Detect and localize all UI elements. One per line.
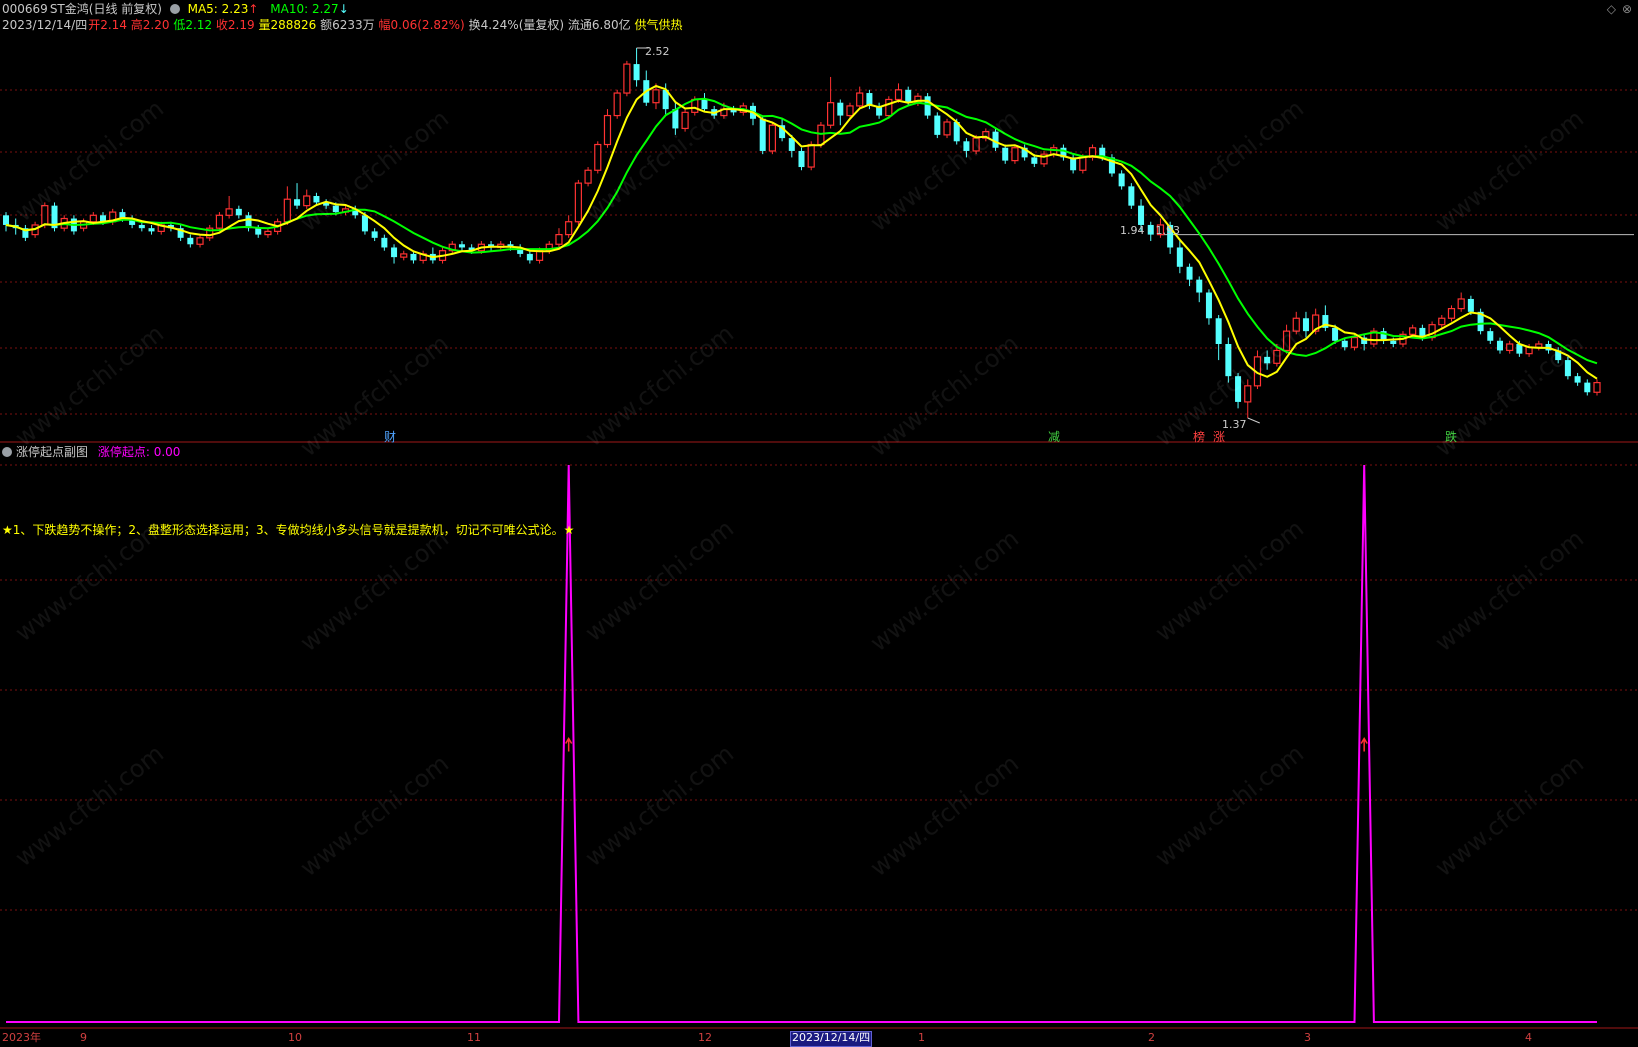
x-label-sep: 9 <box>80 1031 87 1044</box>
indicator-value: 涨停起点: 0.00 <box>97 445 181 459</box>
candle-body <box>924 96 931 116</box>
candle-body <box>652 89 660 104</box>
min-price-pointer <box>1247 417 1260 424</box>
candle-body <box>856 92 864 107</box>
x-label-cursor-date: 2023/12/14/四 <box>790 1031 873 1047</box>
candle-body <box>1496 340 1503 351</box>
candle-body <box>943 121 951 136</box>
candle-body <box>89 214 97 223</box>
event-tag-reduce[interactable]: 减 <box>1048 428 1060 445</box>
candle-body <box>138 224 145 229</box>
candle-body <box>1350 336 1359 348</box>
x-label-mar: 3 <box>1304 1031 1311 1044</box>
candle-body <box>1341 340 1348 348</box>
event-tag-finance[interactable]: 财 <box>384 428 396 445</box>
candle-body <box>603 114 612 146</box>
candle-body <box>584 169 592 184</box>
candle-body <box>1011 147 1019 162</box>
candle-body <box>574 182 582 223</box>
candle-body <box>798 150 805 168</box>
candle-body <box>361 215 368 232</box>
x-label-jan: 1 <box>918 1031 925 1044</box>
candle-body <box>1467 298 1474 312</box>
reference-line-label: 1.94 - 1.93 <box>1120 224 1180 237</box>
candle-body <box>526 253 533 261</box>
candle-body <box>565 221 573 236</box>
candle-body <box>294 199 301 206</box>
candle-body <box>613 92 621 117</box>
ma10-line <box>5 97 1598 365</box>
candle-body <box>1118 173 1125 187</box>
candle-body <box>768 124 777 152</box>
x-label-year: 2023年 <box>2 1031 41 1044</box>
candle-body <box>235 208 242 216</box>
x-label-oct: 10 <box>288 1031 302 1044</box>
candle-body <box>410 253 417 261</box>
candle-body <box>1506 343 1514 352</box>
candle-body <box>934 115 941 135</box>
candle-body <box>2 215 10 225</box>
candle-body <box>826 102 835 126</box>
event-tag-rank[interactable]: 榜 <box>1193 428 1205 445</box>
candle-body <box>1186 266 1193 280</box>
candle-body <box>1409 327 1417 335</box>
candle-body <box>1215 318 1222 344</box>
candle-body <box>458 244 465 248</box>
candle-body <box>1457 298 1465 310</box>
candle-body <box>391 247 398 258</box>
candle-body <box>1535 343 1543 348</box>
candle-body <box>148 228 155 232</box>
event-tag-rise[interactable]: 涨 <box>1213 428 1225 445</box>
candle-body <box>1002 147 1009 161</box>
candle-body <box>1574 376 1581 383</box>
x-label-feb: 2 <box>1148 1031 1155 1044</box>
candle-body <box>1302 318 1309 332</box>
candle-body <box>594 143 602 171</box>
max-price-label: 2.52 <box>645 45 670 58</box>
candle-body <box>846 105 854 117</box>
x-label-apr: 4 <box>1525 1031 1532 1044</box>
signal-up-arrow <box>565 737 573 752</box>
candle-body <box>196 237 204 245</box>
candle-body <box>381 237 388 248</box>
candle-body <box>1593 382 1601 393</box>
candle-body <box>1079 156 1087 171</box>
settings-circle-icon[interactable] <box>2 447 12 457</box>
candle-body <box>623 63 631 94</box>
candle-body <box>283 198 291 223</box>
candle-body <box>1031 157 1038 164</box>
candle-body <box>1176 247 1183 267</box>
candle-body <box>759 118 766 151</box>
candle-body <box>1584 382 1591 393</box>
candle-body <box>1196 279 1203 293</box>
x-label-dec: 12 <box>698 1031 712 1044</box>
candle-body <box>187 237 194 245</box>
candle-body <box>215 214 224 229</box>
candle-body <box>1128 186 1135 206</box>
candle-body <box>555 234 563 245</box>
candle-body <box>905 89 912 103</box>
candle-body <box>885 98 893 117</box>
candle-body <box>1390 340 1397 344</box>
candle-body <box>400 253 408 258</box>
candle-body <box>1438 317 1446 326</box>
candle-body <box>255 228 262 235</box>
candle-body <box>1332 327 1339 341</box>
candle-body <box>264 230 272 236</box>
strategy-notice: ★1、下跌趋势不操作；2、盘整形态选择运用；3、专做均线小多头信号就是提款机，切… <box>2 523 575 537</box>
candle-body <box>837 102 844 116</box>
candle-body <box>894 89 903 101</box>
candle-body <box>1487 331 1494 341</box>
candle-body <box>371 231 378 238</box>
candle-body <box>1138 205 1145 225</box>
candle-body <box>1205 292 1212 319</box>
candle-body <box>633 64 640 81</box>
signal-up-arrow <box>1360 737 1368 752</box>
candle-body <box>1447 308 1456 319</box>
min-price-label: 1.37 <box>1222 418 1247 431</box>
signal-line <box>6 464 1597 1023</box>
x-label-nov: 11 <box>467 1031 481 1044</box>
candle-body <box>225 208 233 216</box>
candle-body <box>807 143 815 168</box>
